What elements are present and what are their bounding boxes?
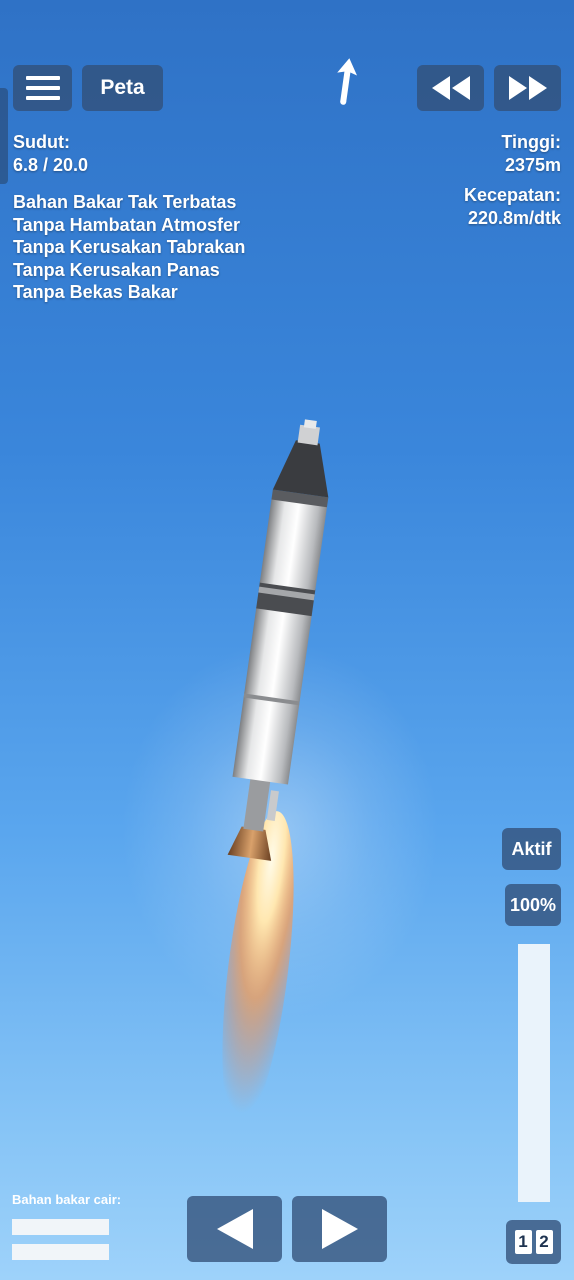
throttle-fill <box>518 944 550 1202</box>
rotate-left-button[interactable] <box>187 1196 282 1262</box>
cheat-item: Bahan Bakar Tak Terbatas <box>13 192 237 212</box>
angle-readout: Sudut: 6.8 / 20.0 <box>13 131 88 176</box>
fuel-gauge <box>12 1244 109 1260</box>
cheat-item: Tanpa Kerusakan Tabrakan <box>13 237 246 258</box>
cheat-item: Tanpa Hambatan Atmosfer <box>13 214 241 235</box>
throttle-percent: 100% <box>505 884 561 926</box>
rotate-right-button[interactable] <box>292 1196 387 1262</box>
stage-button[interactable]: 12 <box>506 1220 561 1264</box>
altitude-readout: Tinggi: 2375m <box>501 131 561 176</box>
altitude-label: Tinggi: <box>501 132 561 152</box>
hamburger-icon <box>25 76 60 100</box>
cheat-item: Tanpa Kerusakan Panas <box>13 259 220 280</box>
fuel-label: Bahan bakar cair: <box>12 1192 122 1207</box>
cheat-item: Tanpa Bekas Bakar <box>13 282 178 303</box>
stage-number: 2 <box>535 1230 553 1254</box>
fuel-gauge-fill <box>12 1219 109 1235</box>
triangle-left-icon <box>216 1209 253 1249</box>
menu-button[interactable] <box>13 65 72 111</box>
angle-label: Sudut: <box>13 132 70 152</box>
fuel-gauge-fill <box>12 1244 109 1260</box>
altitude-value: 2375m <box>504 154 561 175</box>
velocity-readout: Kecepatan: 220.8m/dtk <box>464 184 561 229</box>
cheat-list: Bahan Bakar Tak Terbatas Tanpa Hambatan … <box>13 191 245 304</box>
fast-forward-icon <box>508 76 547 100</box>
stage-number: 1 <box>514 1230 532 1254</box>
fuel-gauge <box>12 1219 109 1235</box>
angle-value: 6.8 / 20.0 <box>13 154 89 175</box>
engine-toggle-button[interactable]: Aktif <box>502 828 561 870</box>
prograde-arrow-icon <box>337 58 358 105</box>
rocket <box>222 419 329 1129</box>
map-button[interactable]: Peta <box>82 65 163 111</box>
rewind-icon <box>431 76 470 100</box>
velocity-value: 220.8m/dtk <box>467 207 561 228</box>
fast-forward-button[interactable] <box>494 65 561 111</box>
throttle-slider[interactable] <box>518 944 550 1202</box>
triangle-right-icon <box>321 1209 358 1249</box>
rewind-button[interactable] <box>417 65 484 111</box>
velocity-label: Kecepatan: <box>463 185 561 205</box>
side-drawer-tab[interactable] <box>0 88 8 184</box>
